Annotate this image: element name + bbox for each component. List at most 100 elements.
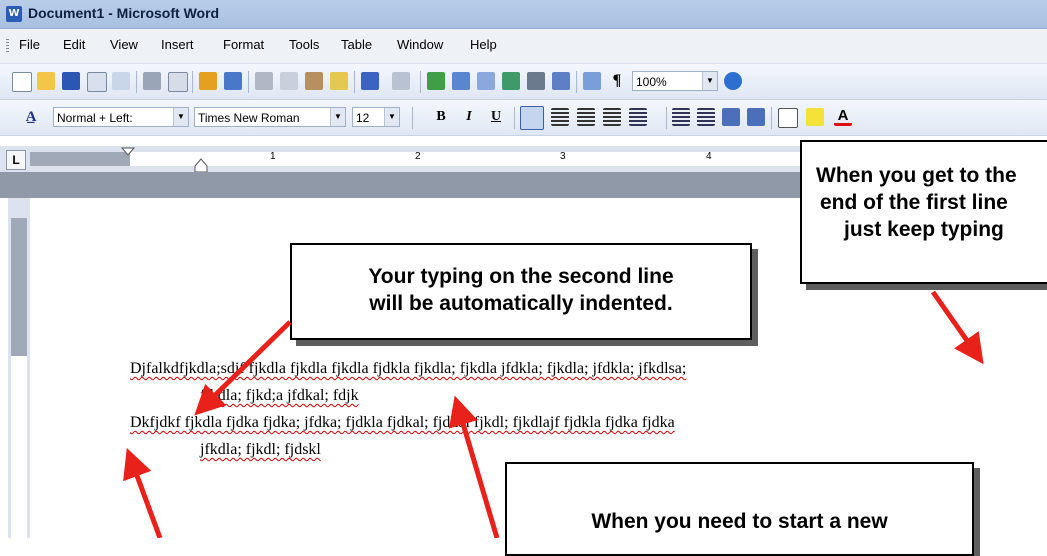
new-document-icon[interactable]: [12, 72, 32, 92]
callout-keep-typing-line-2: end of the first line: [820, 191, 1008, 214]
numbering-icon[interactable]: [672, 108, 690, 126]
redo-icon[interactable]: [392, 72, 410, 90]
menu-window[interactable]: Window: [397, 37, 443, 52]
toolbar-separator: [420, 71, 421, 93]
window-title: Document1 - Microsoft Word: [28, 5, 220, 21]
menu-edit[interactable]: Edit: [63, 37, 85, 52]
italic-button[interactable]: I: [460, 108, 478, 126]
tab-selector[interactable]: L: [6, 150, 26, 170]
toolbar-separator: [576, 71, 577, 93]
menu-bar: File Edit View Insert Format Tools Table…: [0, 29, 1047, 64]
columns-icon[interactable]: [527, 72, 545, 90]
font-color-icon[interactable]: A: [834, 108, 852, 126]
toolbar-separator: [514, 107, 515, 129]
line-spacing-icon[interactable]: [629, 108, 647, 126]
font-value: Times New Roman: [198, 111, 300, 125]
font-size-value: 12: [356, 111, 370, 125]
standard-toolbar: ¶ 100% ▼: [0, 64, 1047, 100]
style-select[interactable]: Normal + Left: ▼: [53, 107, 189, 127]
spelling-icon[interactable]: [199, 72, 217, 90]
ruler-number-3: 3: [560, 151, 566, 162]
toolbar-separator: [354, 71, 355, 93]
callout-indent-line-1: Your typing on the second line: [368, 265, 674, 288]
vertical-ruler-margin: [11, 218, 27, 356]
open-folder-icon[interactable]: [37, 72, 55, 90]
vertical-ruler-track: [11, 356, 27, 538]
callout-keep-typing-line-3: just keep typing: [844, 218, 1004, 241]
help-icon[interactable]: [724, 72, 742, 90]
justify-icon[interactable]: [603, 108, 621, 126]
highlight-icon[interactable]: [806, 108, 824, 126]
document-line-4[interactable]: jfkdla; fjkdl; fjdskl: [200, 441, 321, 459]
ruler-left-margin: [30, 152, 130, 166]
callout-indent: Your typing on the second line will be a…: [290, 243, 752, 340]
formatting-toolbar: A̲ Normal + Left: ▼ Times New Roman ▼ 12…: [0, 100, 1047, 136]
insert-table-icon[interactable]: [477, 72, 495, 90]
insert-excel-icon[interactable]: [502, 72, 520, 90]
research-icon[interactable]: [224, 72, 242, 90]
callout-keep-typing-line-1: When you get to the: [816, 164, 1017, 187]
callout-new-line: When you need to start a new: [505, 462, 974, 556]
print-icon[interactable]: [143, 72, 161, 90]
chevron-down-icon[interactable]: ▼: [702, 72, 717, 90]
menu-format[interactable]: Format: [223, 37, 264, 52]
increase-indent-icon[interactable]: [747, 108, 765, 126]
menu-grip-handle[interactable]: [6, 39, 9, 53]
align-right-icon[interactable]: [577, 108, 595, 126]
permission-icon[interactable]: [87, 72, 107, 92]
toolbar-separator: [248, 71, 249, 93]
align-center-icon[interactable]: [551, 108, 569, 126]
document-line-3[interactable]: Dkfjdkf fjkdla fjdka fjdka; jfdka; fjdkl…: [130, 414, 675, 432]
tables-borders-icon[interactable]: [452, 72, 470, 90]
hyperlink-icon[interactable]: [427, 72, 445, 90]
toolbar-separator: [771, 107, 772, 129]
bold-button[interactable]: B: [432, 108, 450, 126]
chevron-down-icon[interactable]: ▼: [173, 108, 188, 126]
menu-file[interactable]: File: [19, 37, 40, 52]
borders-icon[interactable]: [778, 108, 798, 128]
chevron-down-icon[interactable]: ▼: [330, 108, 345, 126]
style-value: Normal + Left:: [57, 111, 133, 125]
title-bar: W Document1 - Microsoft Word: [0, 0, 1047, 29]
drawing-icon[interactable]: [552, 72, 570, 90]
save-icon[interactable]: [62, 72, 80, 90]
format-painter-icon[interactable]: [330, 72, 348, 90]
word-app-icon[interactable]: W: [6, 6, 22, 22]
document-map-icon[interactable]: [583, 72, 601, 90]
underline-button[interactable]: U: [487, 108, 505, 126]
align-left-icon[interactable]: [520, 106, 544, 130]
toolbar-separator: [666, 107, 667, 129]
undo-icon[interactable]: [361, 72, 379, 90]
first-line-indent-marker[interactable]: [118, 146, 142, 172]
copy-icon[interactable]: [280, 72, 298, 90]
ruler-number-4: 4: [706, 151, 712, 162]
callout-new-line-line-1: When you need to start a new: [591, 510, 888, 533]
styles-formatting-icon[interactable]: A̲: [20, 108, 42, 126]
menu-help[interactable]: Help: [470, 37, 497, 52]
document-line-2[interactable]: fjkdla; fjkd;a jfdkal; fdjk: [200, 387, 359, 405]
menu-insert[interactable]: Insert: [161, 37, 194, 52]
toolbar-separator: [136, 71, 137, 93]
decrease-indent-icon[interactable]: [722, 108, 740, 126]
bullets-icon[interactable]: [697, 108, 715, 126]
menu-tools[interactable]: Tools: [289, 37, 319, 52]
show-formatting-icon[interactable]: ¶: [608, 72, 626, 90]
zoom-value: 100%: [636, 75, 667, 89]
paste-icon[interactable]: [305, 72, 323, 90]
font-size-select[interactable]: 12 ▼: [352, 107, 400, 127]
toolbar-separator: [412, 107, 413, 129]
print-preview-icon[interactable]: [168, 72, 188, 92]
menu-table[interactable]: Table: [341, 37, 372, 52]
ruler-number-2: 2: [415, 151, 421, 162]
email-icon[interactable]: [112, 72, 130, 90]
toolbar-separator: [192, 71, 193, 93]
callout-keep-typing: When you get to the end of the first lin…: [800, 140, 1047, 284]
ruler-number-1: 1: [270, 151, 276, 162]
chevron-down-icon[interactable]: ▼: [384, 108, 399, 126]
menu-view[interactable]: View: [110, 37, 138, 52]
vertical-ruler[interactable]: [8, 198, 30, 538]
font-select[interactable]: Times New Roman ▼: [194, 107, 346, 127]
zoom-select[interactable]: 100% ▼: [632, 71, 718, 91]
document-line-1[interactable]: Djfalkdfjkdla;sdjf fjkdla fjkdla fjkdla …: [130, 360, 686, 378]
cut-icon[interactable]: [255, 72, 273, 90]
